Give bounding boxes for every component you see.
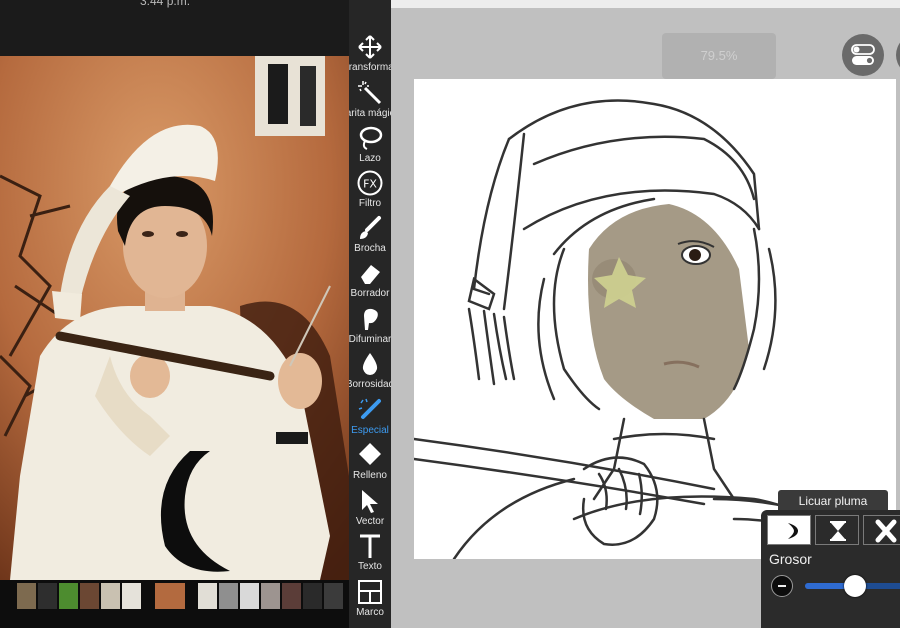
tool-borrador[interactable]: Borrador — [349, 260, 391, 306]
brush-tab-hourglass[interactable] — [815, 515, 859, 545]
tool-label: Borrosidad — [349, 379, 391, 390]
special-brush-icon — [358, 398, 381, 419]
vector-arrow-icon — [362, 490, 378, 513]
tool-varita-magica[interactable]: Varita mágica — [349, 80, 391, 126]
drawing-canvas[interactable] — [414, 79, 896, 559]
tool-label: Transformar — [349, 62, 391, 73]
tool-marco[interactable]: Marco — [349, 579, 391, 625]
pinch-icon — [875, 519, 897, 543]
toggle-switch-icon — [851, 44, 875, 65]
brush-settings-panel: Grosor — [761, 510, 900, 628]
tool-filtro[interactable]: FX Filtro — [349, 170, 391, 216]
lasso-icon — [359, 126, 383, 150]
brush-icon — [360, 216, 381, 239]
tool-label: Relleno — [353, 470, 387, 481]
tool-label: Vector — [355, 516, 385, 527]
thumbnail[interactable] — [219, 583, 238, 609]
brush-type-tabs — [767, 515, 900, 545]
text-icon — [360, 534, 380, 558]
tool-label: Filtro — [358, 198, 382, 209]
tool-difuminar[interactable]: Difuminar — [349, 306, 391, 352]
brush-tab-pinch[interactable] — [863, 515, 900, 545]
thumbnail[interactable] — [38, 583, 57, 609]
status-time: 3:44 p.m. — [140, 0, 191, 8]
grosor-label: Grosor — [769, 551, 812, 567]
frame-icon — [358, 580, 382, 604]
tool-brocha[interactable]: Brocha — [349, 215, 391, 261]
tool-label: Difuminar — [349, 334, 391, 345]
top-bar — [391, 0, 900, 8]
tool-label: Marco — [356, 607, 384, 618]
reference-photo — [0, 56, 349, 580]
status-bar: 3:44 p.m. — [0, 0, 349, 56]
tool-label: Varita mágica — [349, 108, 391, 119]
move-arrows-icon — [358, 35, 382, 59]
photo-thumbnail-strip — [0, 580, 349, 628]
thumbnail[interactable] — [261, 583, 280, 609]
tool-especial[interactable]: Especial — [349, 397, 391, 443]
tool-label: Lazo — [359, 153, 381, 164]
tool-label: Texto — [358, 561, 382, 572]
tool-label: Brocha — [354, 243, 386, 254]
tool-borrosidad[interactable]: Borrosidad — [349, 351, 391, 397]
menu-button[interactable] — [896, 34, 900, 76]
thumbnail[interactable] — [198, 583, 217, 609]
thumbnail[interactable] — [59, 583, 78, 609]
tool-relleno[interactable]: Relleno — [349, 442, 391, 488]
tool-bar: Transformar Varita mágica Lazo FX Filtro… — [349, 0, 391, 628]
blur-drop-icon — [362, 353, 378, 375]
thumbnail[interactable] — [282, 583, 301, 609]
thumbnail-current[interactable] — [155, 583, 185, 609]
tool-vector[interactable]: Vector — [349, 488, 391, 534]
grosor-decrease-button[interactable] — [771, 575, 793, 597]
fill-icon — [359, 443, 381, 465]
thumbnail[interactable] — [303, 583, 322, 609]
reference-photo-panel: 3:44 p.m. — [0, 0, 349, 628]
tool-label: Borrador — [350, 288, 390, 299]
canvas-area[interactable]: 79.5% Licuar pluma Grosor — [391, 0, 900, 628]
tool-lazo[interactable]: Lazo — [349, 125, 391, 171]
tool-transformar[interactable]: Transformar — [349, 34, 391, 80]
crescent-icon — [788, 523, 798, 539]
brush-tab-crescent[interactable] — [767, 515, 811, 545]
eraser-icon — [361, 265, 380, 284]
thumbnail[interactable] — [122, 583, 141, 609]
zoom-indicator: 79.5% — [662, 33, 776, 79]
thumbnail[interactable] — [17, 583, 36, 609]
svg-text:FX: FX — [363, 178, 377, 191]
smudge-icon — [364, 308, 378, 330]
grosor-slider-knob[interactable] — [843, 575, 866, 597]
thumbnail[interactable] — [324, 583, 343, 609]
hourglass-icon — [830, 521, 846, 541]
fx-icon: FX — [357, 170, 383, 196]
tool-label: Especial — [351, 425, 389, 436]
thumbnail[interactable] — [101, 583, 120, 609]
thumbnail[interactable] — [240, 583, 259, 609]
layer-toggle-button[interactable] — [842, 34, 884, 76]
magic-wand-icon — [358, 81, 382, 105]
tool-texto[interactable]: Texto — [349, 533, 391, 579]
thumbnail[interactable] — [80, 583, 99, 609]
